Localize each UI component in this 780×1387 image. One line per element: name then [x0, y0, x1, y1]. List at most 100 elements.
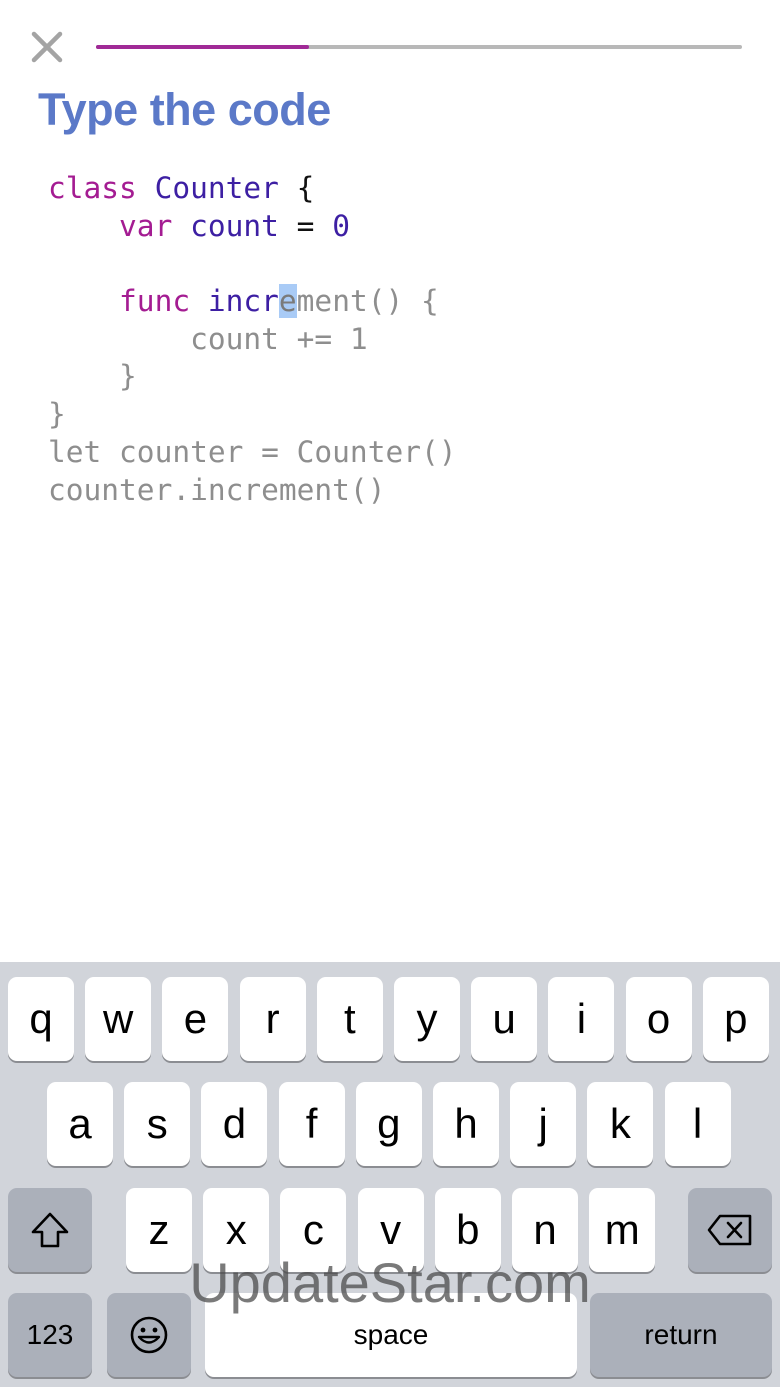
key-label: x — [225, 1206, 247, 1253]
code-token: var — [119, 208, 173, 243]
shift-arrow-icon — [31, 1212, 69, 1248]
code-line: counter.increment() — [48, 472, 457, 510]
space-key[interactable]: space — [205, 1293, 577, 1377]
key-label: r — [265, 995, 280, 1042]
code-line: } — [48, 358, 457, 396]
key-label: a — [68, 1100, 92, 1147]
key-b[interactable]: b — [434, 1188, 501, 1272]
numbers-key-label: 123 — [26, 1319, 74, 1350]
lesson-progress-fill — [96, 45, 310, 49]
on-screen-keyboard: 123 space return q w e r t y u i o p a s d f g h j k l z x c v… — [0, 962, 780, 1387]
key-f[interactable]: f — [278, 1082, 345, 1166]
code-token: func — [119, 284, 191, 319]
key-r[interactable]: r — [239, 977, 306, 1061]
key-label: i — [576, 995, 587, 1042]
emoji-key[interactable] — [107, 1293, 191, 1377]
code-line: var count = 0 — [48, 208, 457, 246]
key-u[interactable]: u — [471, 977, 538, 1061]
key-label: z — [148, 1206, 170, 1253]
code-line: class Counter { — [48, 170, 457, 208]
key-i[interactable]: i — [548, 977, 615, 1061]
key-label: t — [343, 995, 356, 1042]
key-label: m — [604, 1206, 640, 1253]
code-line: let counter = Counter() — [48, 434, 457, 472]
key-m[interactable]: m — [589, 1188, 656, 1272]
key-a[interactable]: a — [47, 1082, 113, 1166]
code-token: 0 — [332, 208, 350, 243]
code-token: counter.increment() — [48, 472, 386, 507]
key-z[interactable]: z — [126, 1188, 192, 1272]
code-token: } — [48, 359, 137, 394]
code-token: count += 1 — [48, 321, 368, 356]
space-key-label: space — [353, 1319, 429, 1350]
key-l[interactable]: l — [664, 1082, 731, 1166]
code-token: { — [278, 171, 315, 205]
key-x[interactable]: x — [203, 1188, 270, 1272]
code-token: } — [48, 397, 66, 432]
code-line: } — [48, 396, 457, 434]
key-label: f — [305, 1100, 318, 1147]
return-key-label: return — [644, 1319, 718, 1350]
key-label: o — [646, 995, 671, 1042]
code-token: count — [190, 208, 279, 243]
key-w[interactable]: w — [85, 977, 152, 1061]
code-token: class — [48, 171, 137, 205]
key-label: g — [377, 1100, 401, 1147]
key-label: p — [724, 995, 748, 1042]
key-label: s — [146, 1100, 168, 1147]
code-token: Counter — [154, 171, 279, 205]
key-n[interactable]: n — [512, 1188, 578, 1272]
delete-key[interactable] — [688, 1188, 772, 1272]
close-button[interactable] — [26, 26, 68, 68]
page-title: Type the code — [38, 84, 331, 135]
code-editor[interactable]: class Counter { var count = 0 func incre… — [48, 170, 457, 509]
return-key[interactable]: return — [590, 1293, 772, 1377]
backspace-icon — [707, 1214, 752, 1246]
shift-key[interactable] — [8, 1188, 92, 1272]
key-d[interactable]: d — [201, 1082, 268, 1166]
key-label: h — [454, 1100, 478, 1147]
key-s[interactable]: s — [124, 1082, 191, 1166]
key-label: y — [416, 995, 438, 1042]
key-label: l — [692, 1100, 703, 1147]
key-label: u — [492, 995, 516, 1042]
key-k[interactable]: k — [587, 1082, 654, 1166]
key-v[interactable]: v — [357, 1188, 424, 1272]
key-q[interactable]: q — [8, 977, 74, 1061]
key-c[interactable]: c — [280, 1188, 347, 1272]
key-label: b — [456, 1206, 480, 1253]
key-label: e — [183, 995, 208, 1042]
code-line: count += 1 — [48, 321, 457, 359]
key-label: j — [538, 1100, 548, 1147]
key-label: k — [609, 1100, 631, 1147]
key-h[interactable]: h — [433, 1082, 499, 1166]
key-label: v — [380, 1206, 402, 1253]
key-g[interactable]: g — [355, 1082, 422, 1166]
key-t[interactable]: t — [316, 977, 383, 1061]
key-o[interactable]: o — [625, 977, 692, 1061]
key-label: q — [29, 995, 53, 1042]
key-j[interactable]: j — [510, 1082, 577, 1166]
code-token: incr — [207, 284, 279, 319]
numbers-key[interactable]: 123 — [8, 1293, 92, 1377]
key-label: d — [222, 1100, 247, 1147]
key-y[interactable]: y — [394, 977, 460, 1061]
code-token: let counter = Counter() — [48, 434, 457, 469]
close-x-icon — [31, 31, 63, 63]
emoji-face-icon — [130, 1316, 168, 1354]
key-label: c — [302, 1206, 324, 1253]
key-p[interactable]: p — [702, 977, 769, 1061]
key-label: w — [103, 995, 134, 1042]
key-e[interactable]: e — [162, 977, 229, 1061]
lesson-progress-bar — [96, 45, 742, 49]
code-token: = — [278, 208, 333, 243]
code-token: ment() { — [296, 284, 439, 319]
code-line: func increment() { — [48, 283, 457, 321]
key-label: n — [533, 1206, 557, 1253]
